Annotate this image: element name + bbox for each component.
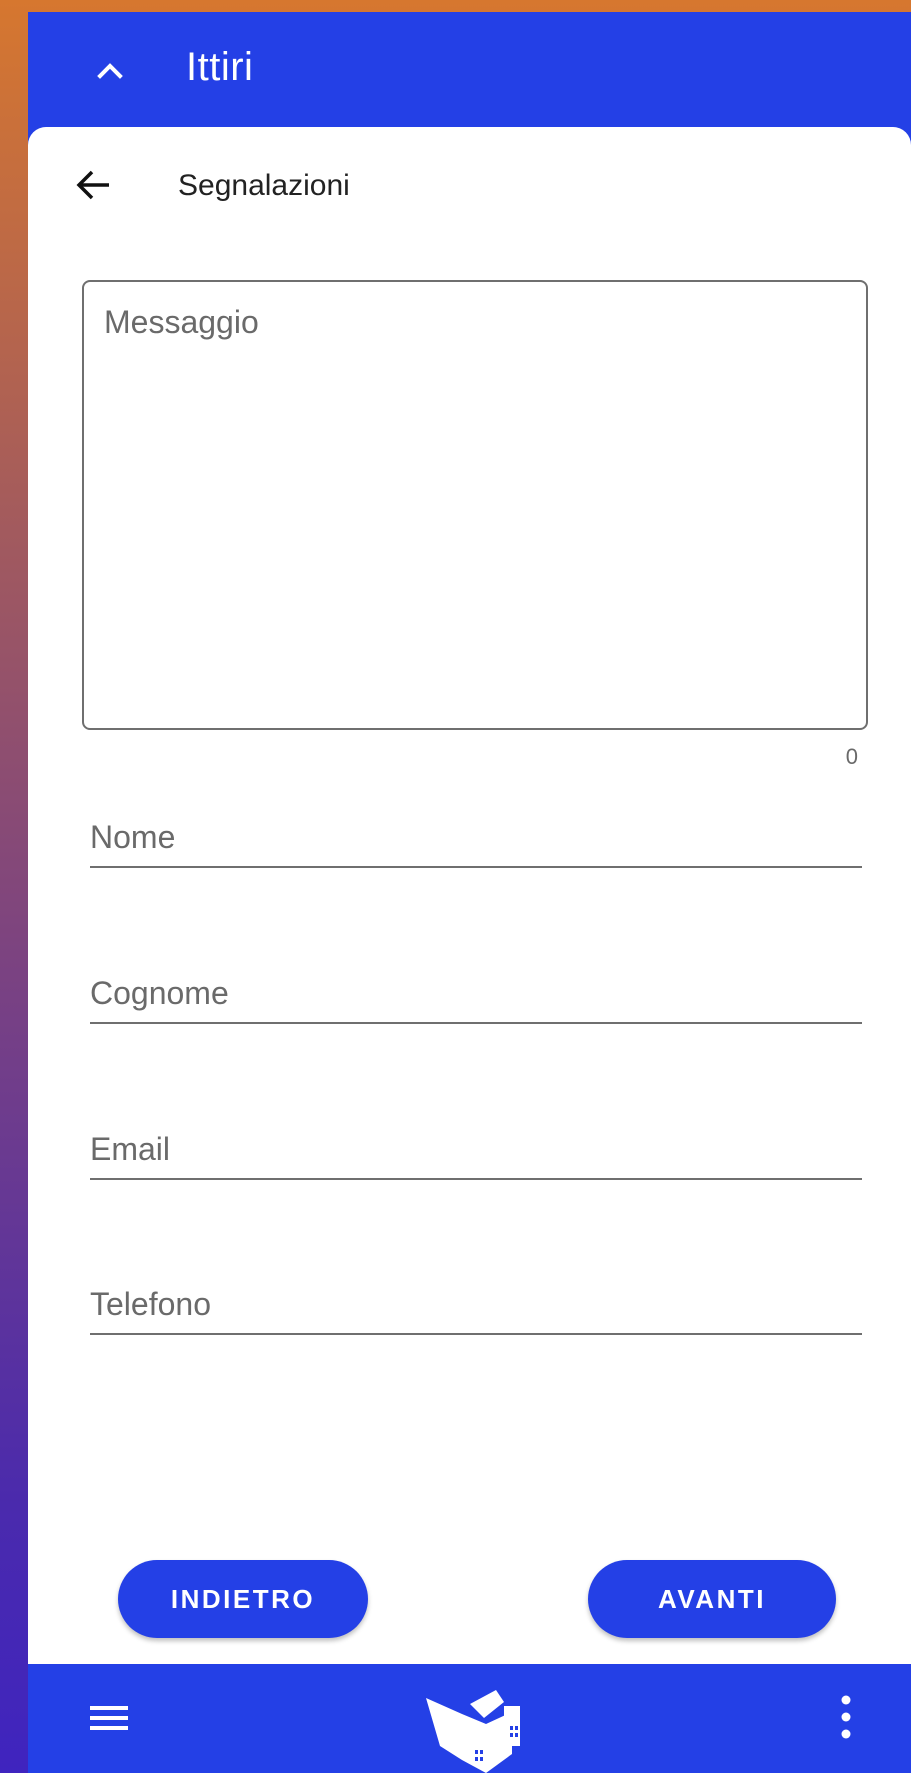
- message-placeholder: Messaggio: [104, 304, 259, 340]
- app-title: Ittiri: [186, 45, 254, 89]
- next-button[interactable]: AVANTI: [588, 1560, 836, 1638]
- top-app-bar: Ittiri: [28, 12, 911, 127]
- bottom-app-bar: [28, 1664, 911, 1773]
- city-logo-icon[interactable]: [426, 1690, 526, 1773]
- telefono-field[interactable]: Telefono: [90, 1271, 862, 1335]
- page-title: Segnalazioni: [178, 169, 350, 202]
- more-vertical-icon[interactable]: [836, 1692, 856, 1742]
- chevron-up-icon[interactable]: [90, 50, 130, 90]
- back-button[interactable]: INDIETRO: [118, 1560, 368, 1638]
- message-textarea[interactable]: Messaggio: [82, 280, 868, 730]
- back-arrow-icon[interactable]: [72, 164, 114, 206]
- telefono-placeholder: Telefono: [90, 1286, 211, 1322]
- hamburger-menu-icon[interactable]: [88, 1700, 132, 1736]
- email-placeholder: Email: [90, 1131, 171, 1167]
- email-field[interactable]: Email: [90, 1116, 862, 1180]
- nome-placeholder: Nome: [90, 819, 176, 855]
- character-counter: 0: [845, 744, 858, 769]
- nome-field[interactable]: Nome: [90, 804, 862, 868]
- cognome-field[interactable]: Cognome: [90, 960, 862, 1024]
- app-window: Ittiri Segnalazioni Messaggio 0 Nome Cog…: [28, 12, 911, 1773]
- cognome-placeholder: Cognome: [90, 975, 229, 1011]
